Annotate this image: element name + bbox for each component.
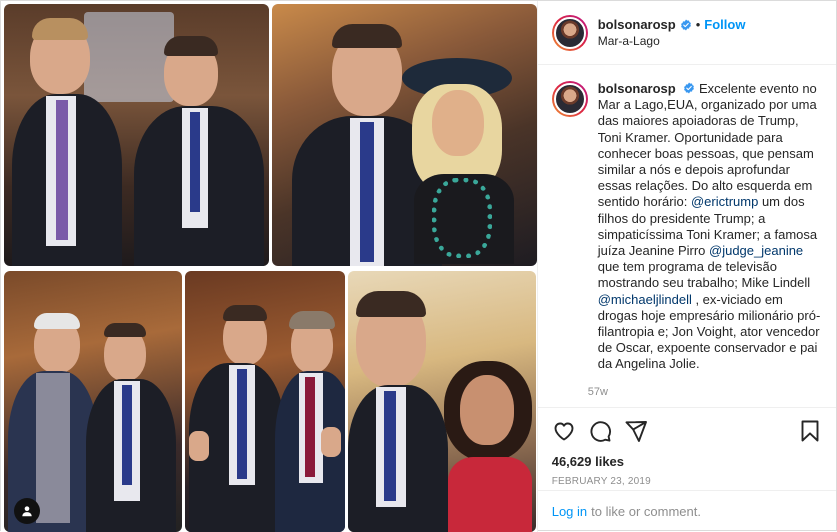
user-tag-icon[interactable]: [14, 498, 40, 524]
avatar[interactable]: [551, 14, 588, 51]
photo-tile-2: [272, 4, 537, 266]
share-icon[interactable]: [624, 419, 648, 443]
bookmark-icon[interactable]: [798, 419, 822, 443]
photo-tile-3: [4, 271, 182, 532]
login-prompt-text: to like or comment.: [591, 504, 701, 519]
likes-count[interactable]: 46,629 likes: [552, 454, 822, 469]
caption-part: Excelente evento no Mar a Lago,EUA, orga…: [597, 81, 817, 210]
verified-badge-icon: [680, 19, 691, 30]
caption-area: bolsonarosp Excelente evento no Mar a La…: [538, 65, 836, 407]
comment-icon[interactable]: [588, 419, 612, 443]
caption-part: que tem programa de televisão mostrando …: [597, 259, 811, 291]
action-icons: [552, 416, 822, 446]
caption-avatar[interactable]: [551, 81, 588, 117]
instagram-post: bolsonarosp • Follow Mar-a-Lago bolsonar…: [0, 0, 837, 532]
verified-badge-icon: [684, 82, 695, 94]
caption-time-ago[interactable]: 57w: [588, 386, 822, 398]
photo-tile-1: [4, 4, 269, 266]
mention-link[interactable]: @erictrump: [691, 194, 758, 209]
login-link[interactable]: Log in: [552, 504, 587, 519]
post-header: bolsonarosp • Follow Mar-a-Lago: [537, 1, 836, 65]
photo-tile-4: [185, 271, 345, 532]
caption-username[interactable]: bolsonarosp: [598, 81, 676, 96]
separator-dot: •: [695, 16, 701, 32]
post-date: FEBRUARY 23, 2019: [551, 476, 651, 487]
location-link[interactable]: Mar-a-Lago: [598, 33, 746, 49]
caption-text: bolsonarosp Excelente evento no Mar a La…: [598, 81, 822, 373]
mention-link[interactable]: @michaeljlindell: [598, 292, 692, 307]
post-photo-collage[interactable]: [1, 1, 538, 532]
post-info-panel: bolsonarosp • Follow Mar-a-Lago bolsonar…: [537, 1, 836, 532]
author-username[interactable]: bolsonarosp: [598, 17, 676, 33]
login-prompt: Log in to like or comment.: [537, 490, 836, 532]
follow-button[interactable]: Follow: [704, 17, 745, 33]
heart-icon[interactable]: [552, 419, 576, 443]
mention-link[interactable]: @judge_jeanine: [709, 243, 803, 258]
photo-tile-5: [348, 271, 536, 532]
